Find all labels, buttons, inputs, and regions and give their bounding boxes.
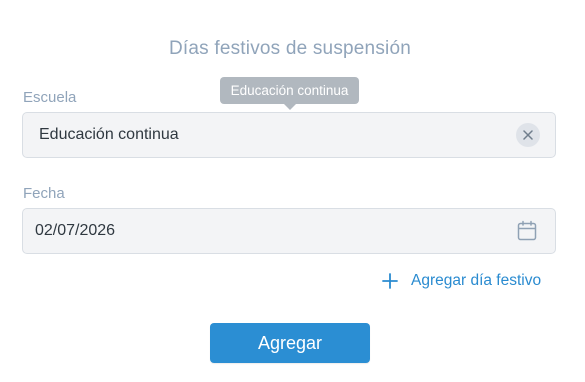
close-icon [523,130,533,140]
escuela-label: Escuela [23,89,77,106]
escuela-value: Educación continua [39,126,179,143]
fecha-value: 02/07/2026 [35,222,116,239]
fecha-date-input[interactable]: 02/07/2026 [22,208,556,254]
clear-escuela-button[interactable] [516,123,540,147]
form-title: Días festivos de suspensión [169,38,411,59]
add-holiday-link[interactable]: Agregar día festivo [381,270,541,292]
agregar-button[interactable]: Agregar [210,323,370,363]
holiday-suspension-form: Días festivos de suspensión Escuela Educ… [0,0,585,382]
fecha-label: Fecha [23,185,65,202]
add-holiday-label: Agregar día festivo [411,272,542,289]
calendar-icon [517,220,537,241]
calendar-button[interactable] [516,220,538,242]
escuela-select[interactable]: Educación continua [22,112,556,158]
escuela-tooltip: Educación continua [220,77,359,110]
plus-icon [382,273,398,289]
